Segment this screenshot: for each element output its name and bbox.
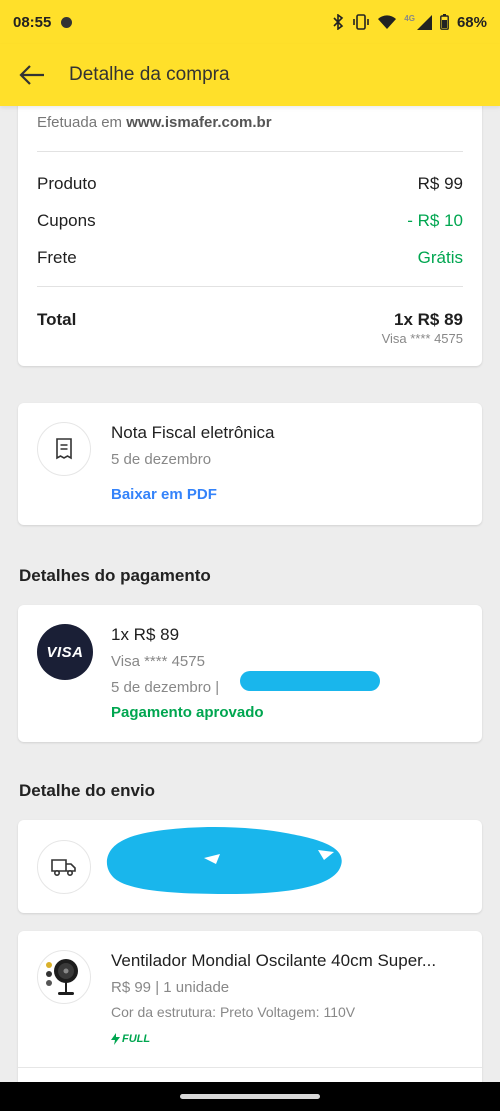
payment-card: VISA 1x R$ 89 Visa **** 4575 5 de dezemb… [18, 605, 482, 742]
network-type: 4G [404, 13, 415, 23]
truck-icon-wrapper [37, 840, 91, 894]
vibrate-icon [353, 14, 370, 30]
coupons-value: - R$ 10 [407, 211, 463, 230]
fan-image [46, 959, 78, 995]
shipping-card [18, 820, 482, 913]
battery-level: 68% [456, 13, 487, 31]
payment-amount: 1x R$ 89 [111, 625, 180, 644]
home-gesture-pill[interactable] [180, 1094, 320, 1099]
redaction-mark [240, 671, 380, 691]
divider [18, 1067, 482, 1068]
wifi-icon [378, 14, 397, 29]
divider [37, 286, 463, 287]
back-button[interactable] [0, 44, 64, 106]
receipt-icon-wrapper [37, 422, 91, 476]
status-time: 08:55 [13, 13, 52, 31]
invoice-card: Nota Fiscal eletrônica 5 de dezembro Bai… [18, 403, 482, 525]
payment-status: Pagamento aprovado [111, 704, 264, 721]
system-nav-bar [0, 1082, 500, 1111]
payment-card-info: Visa **** 4575 [111, 653, 205, 670]
redaction-mark [106, 827, 342, 894]
product-thumbnail[interactable] [37, 950, 91, 1004]
product-row: Produto R$ 99 [37, 174, 463, 194]
shipping-section-title: Detalhe do envio [19, 781, 156, 800]
coupons-row: Cupons - R$ 10 [37, 211, 463, 231]
shipping-row: Frete Grátis [37, 248, 463, 268]
total-row: Total 1x R$ 89 [37, 310, 463, 330]
total-value: 1x R$ 89 [394, 310, 463, 329]
product-card: Ventilador Mondial Oscilante 40cm Super.… [18, 931, 482, 1091]
bluetooth-icon [333, 14, 344, 30]
product-attributes: Cor da estrutura: Preto Voltagem: 110V [111, 1004, 356, 1020]
signal-icon [416, 14, 432, 30]
divider [37, 151, 463, 152]
sold-by-prefix: Efetuada em [37, 114, 123, 131]
full-badge-label: FULL [122, 1033, 151, 1045]
invoice-title: Nota Fiscal eletrônica [111, 423, 275, 442]
lightning-icon [111, 1033, 120, 1045]
full-badge: FULL [111, 1033, 150, 1045]
product-title[interactable]: Ventilador Mondial Oscilante 40cm Super.… [111, 951, 466, 971]
receipt-icon [56, 438, 72, 460]
status-bar: 08:55 4G 68% [0, 0, 500, 44]
coupons-label: Cupons [37, 211, 96, 230]
payment-date: 5 de dezembro | [111, 679, 220, 696]
invoice-date: 5 de dezembro [111, 451, 212, 468]
truck-icon [51, 859, 76, 877]
sold-by-site: www.ismafer.com.br [126, 114, 272, 131]
app-bar: Detalhe da compra [0, 44, 500, 106]
total-card-info: Visa **** 4575 [381, 331, 463, 346]
purchase-summary-card: Efetuada em www.ismafer.com.br Produto R… [18, 96, 482, 366]
product-value: R$ 99 [417, 174, 463, 193]
battery-icon [440, 14, 449, 30]
visa-icon: VISA [37, 624, 93, 680]
product-label: Produto [37, 174, 97, 193]
total-label: Total [37, 310, 77, 329]
arrow-back-icon [19, 65, 44, 85]
payment-section-title: Detalhes do pagamento [19, 566, 211, 585]
product-meta: R$ 99 | 1 unidade [111, 979, 230, 996]
page-title: Detalhe da compra [69, 64, 230, 85]
notification-dot-icon [61, 16, 73, 28]
sold-by: Efetuada em www.ismafer.com.br [37, 114, 272, 131]
download-pdf-link[interactable]: Baixar em PDF [111, 486, 217, 503]
shipping-label: Frete [37, 248, 77, 267]
shipping-value: Grátis [417, 248, 463, 267]
